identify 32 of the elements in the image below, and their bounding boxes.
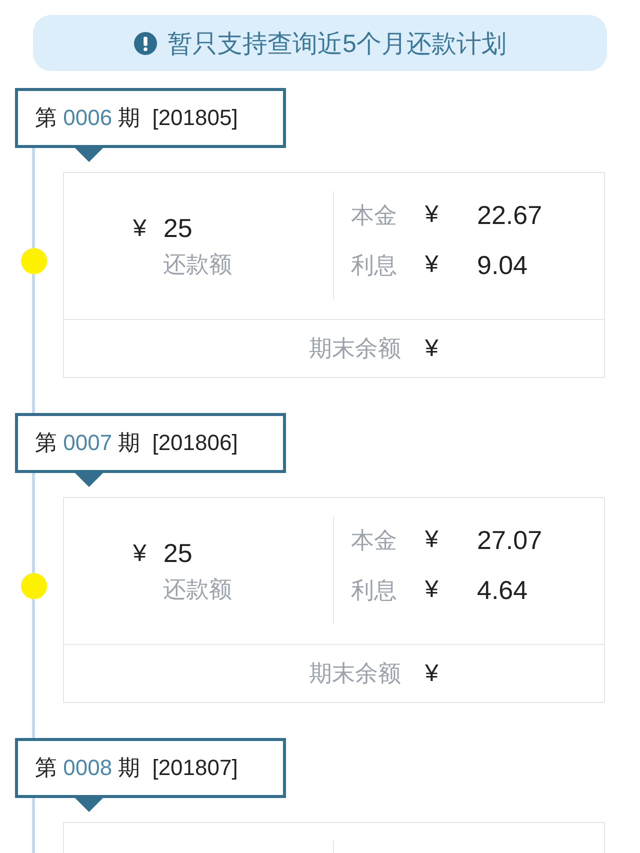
repayment-amount: 25 [163,538,192,569]
breakdown-label: 利息 [351,250,398,280]
period-month: [201806] [152,430,238,456]
currency-symbol: ¥ [133,214,146,242]
balance-label: 期末余额 [308,334,401,363]
currency-symbol: ¥ [425,201,440,229]
breakdown-value: 27.07 [477,524,544,556]
currency-symbol: ¥ [425,576,440,604]
period-month: [201807] [152,755,238,781]
currency-symbol: ¥ [133,540,146,568]
breakdown-label: 利息 [351,576,398,604]
breakdown-value: 4.64 [477,574,529,606]
period-title: 第 0008 期 [35,754,140,782]
balance-label: 期末余额 [308,659,401,688]
notice-text: 暂只支持查询近5个月还款计划 [168,28,506,60]
currency-symbol: ¥ [425,526,440,554]
alert-icon [134,32,157,54]
breakdown-label: 本金 [351,200,398,230]
breakdown-value: 9.04 [477,250,529,280]
period-month: [201805] [152,105,238,131]
breakdown-label: 本金 [351,526,398,554]
repayment-amount: 25 [163,213,192,244]
currency-symbol: ¥ [425,334,438,362]
currency-symbol: ¥ [425,660,438,688]
repayment-amount-label: 还款额 [163,250,233,278]
period-title: 第 0007 期 [35,429,140,457]
currency-symbol: ¥ [425,251,440,279]
period-title: 第 0006 期 [35,104,140,132]
timeline-dot-icon [20,248,46,274]
timeline-dot-icon [20,573,46,599]
repayment-amount-label: 还款额 [163,574,233,604]
breakdown-value: 22.67 [477,200,544,230]
